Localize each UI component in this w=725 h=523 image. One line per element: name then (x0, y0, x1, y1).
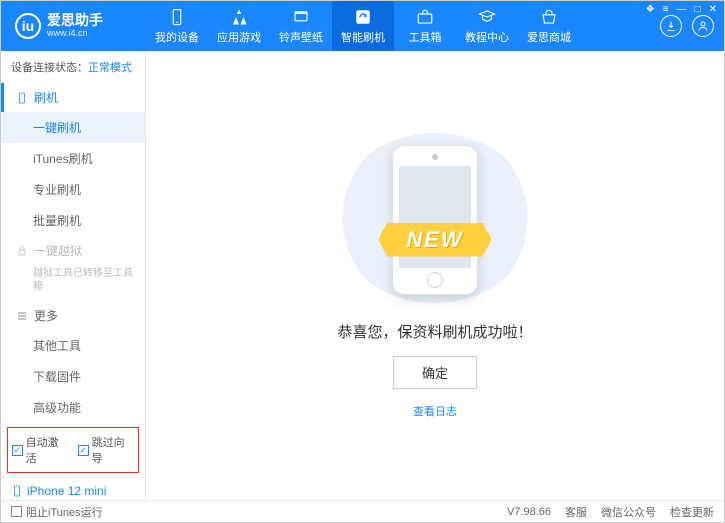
title-bar: iu 爱思助手 www.i4.cn 我的设备 应用游戏 铃声壁纸 智能刷机 工具… (1, 1, 724, 51)
sidebar-group-more[interactable]: 更多 (1, 301, 145, 330)
success-illustration: NEW (335, 133, 535, 303)
close-icon[interactable]: ✕ (709, 4, 717, 15)
skin-icon[interactable]: ❖ (646, 4, 655, 15)
sidebar-item-download-firmware[interactable]: 下载固件 (1, 361, 145, 392)
success-message: 恭喜您，保资料刷机成功啦！ (337, 321, 532, 342)
logo-area: iu 爱思助手 www.i4.cn (1, 13, 146, 39)
list-icon (16, 310, 28, 322)
nav-apps-games[interactable]: 应用游戏 (208, 1, 270, 51)
sidebar-group-flash[interactable]: 刷机 (1, 83, 145, 112)
nav-toolbox[interactable]: 工具箱 (394, 1, 456, 51)
menu-icon[interactable]: ≡ (663, 4, 669, 15)
app-url: www.i4.cn (47, 29, 103, 39)
ringtone-icon (292, 8, 310, 26)
tutorial-icon (478, 8, 496, 26)
lock-icon (16, 245, 28, 257)
store-icon (540, 8, 558, 26)
nav-tabs: 我的设备 应用游戏 铃声壁纸 智能刷机 工具箱 教程中心 爱思商城 (146, 1, 660, 51)
sidebar-item-oneclick-flash[interactable]: 一键刷机 (1, 112, 145, 143)
nav-my-device[interactable]: 我的设备 (146, 1, 208, 51)
new-ribbon: NEW (378, 223, 491, 257)
phone-icon (16, 92, 28, 104)
view-log-link[interactable]: 查看日志 (413, 403, 457, 419)
download-button[interactable] (660, 15, 682, 37)
check-update-link[interactable]: 检查更新 (670, 504, 714, 520)
sidebar-item-pro-flash[interactable]: 专业刷机 (1, 174, 145, 205)
checkbox-skip-wizard[interactable]: ✓跳过向导 (78, 434, 134, 466)
maximize-icon[interactable]: □ (695, 4, 701, 15)
phone-icon (11, 485, 23, 497)
version-label: V7.98.66 (507, 506, 551, 518)
device-icon (168, 8, 186, 26)
customer-service-link[interactable]: 客服 (565, 504, 587, 520)
connection-status: 设备连接状态：正常模式 (1, 51, 145, 83)
sidebar-item-batch-flash[interactable]: 批量刷机 (1, 205, 145, 236)
sidebar-item-other-tools[interactable]: 其他工具 (1, 330, 145, 361)
flash-icon (354, 8, 372, 26)
apps-icon (230, 8, 248, 26)
checkbox-block-itunes[interactable]: 阻止iTunes运行 (11, 504, 103, 520)
nav-tutorials[interactable]: 教程中心 (456, 1, 518, 51)
sidebar-item-advanced[interactable]: 高级功能 (1, 392, 145, 423)
checkbox-auto-activate[interactable]: ✓自动激活 (12, 434, 68, 466)
device-name-label: iPhone 12 mini (27, 484, 106, 498)
nav-ringtones[interactable]: 铃声壁纸 (270, 1, 332, 51)
option-checkboxes: ✓自动激活 ✓跳过向导 (7, 427, 139, 473)
wechat-link[interactable]: 微信公众号 (601, 504, 656, 520)
device-info[interactable]: iPhone 12 mini 64GB Down-12mini-13,1 (1, 477, 145, 500)
minimize-icon[interactable]: — (677, 4, 687, 15)
main-content: NEW 恭喜您，保资料刷机成功啦！ 确定 查看日志 (146, 51, 724, 500)
jailbreak-note: 越狱工具已转移至工具箱 (1, 265, 145, 301)
nav-smart-flash[interactable]: 智能刷机 (332, 1, 394, 51)
sidebar-item-itunes-flash[interactable]: iTunes刷机 (1, 143, 145, 174)
window-controls: ❖ ≡ — □ ✕ (646, 4, 717, 15)
logo-icon: iu (15, 13, 41, 39)
account-button[interactable] (692, 15, 714, 37)
app-name: 爱思助手 (47, 13, 103, 28)
sidebar: 设备连接状态：正常模式 刷机 一键刷机 iTunes刷机 专业刷机 批量刷机 一… (1, 51, 146, 500)
status-bar: 阻止iTunes运行 V7.98.66 客服 微信公众号 检查更新 (1, 500, 724, 522)
sidebar-group-jailbreak: 一键越狱 (1, 236, 145, 265)
nav-store[interactable]: 爱思商城 (518, 1, 580, 51)
toolbox-icon (416, 8, 434, 26)
ok-button[interactable]: 确定 (393, 356, 477, 389)
